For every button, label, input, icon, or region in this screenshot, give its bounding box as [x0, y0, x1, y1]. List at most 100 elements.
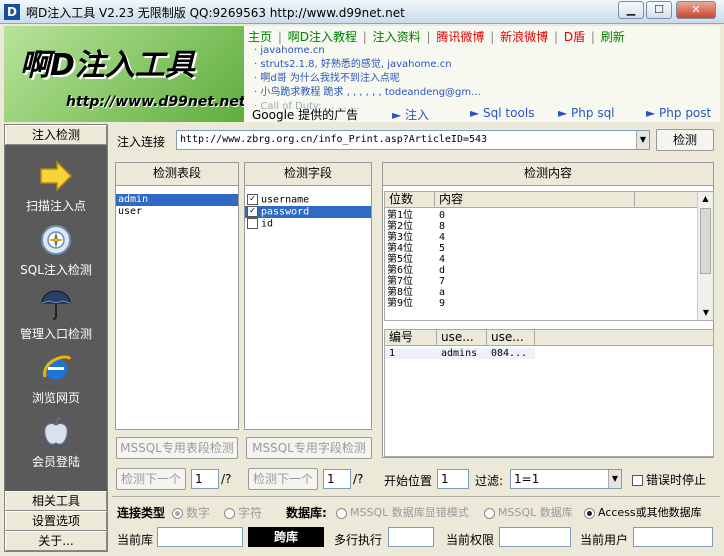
sidebar-item-label: 管理入口检测 [19, 327, 92, 341]
filter-select[interactable]: 1=1 [510, 469, 622, 489]
next-field-button[interactable]: 检测下一个 [248, 468, 318, 490]
scroll-down-icon[interactable]: ▼ [698, 306, 713, 320]
database-label: 数据库: [286, 506, 327, 520]
maximize-button[interactable]: ☐ [646, 1, 672, 19]
field-item[interactable]: ✓ password [245, 206, 371, 218]
table-row[interactable]: 第5位 4 [387, 254, 445, 265]
tables-header: 检测表段 [116, 163, 238, 186]
banner-tool-phpsql[interactable]: ► Php sql [558, 106, 615, 120]
sidebar-related-tools[interactable]: 相关工具 [5, 491, 107, 511]
close-button[interactable]: ✕ [676, 1, 716, 19]
next-table-count[interactable]: 1 [191, 469, 219, 489]
table-row[interactable]: 第1位 0 [387, 210, 445, 221]
table-row[interactable]: 第9位 9 [387, 298, 445, 309]
table-row[interactable]: 第2位 8 [387, 221, 445, 232]
sidebar-item-scan[interactable]: 扫描注入点 [5, 159, 107, 214]
nav-sina-weibo[interactable]: 新浪微博 [500, 30, 548, 44]
db-mssql-error-radio[interactable]: MSSQL 数据库显错模式 [336, 504, 469, 520]
banner-tool-sqltools[interactable]: ► Sql tools [470, 106, 534, 120]
start-position-label: 开始位置 [384, 474, 433, 488]
nav-tencent-weibo[interactable]: 腾讯微博 [436, 30, 484, 44]
checkbox-unchecked[interactable] [247, 218, 258, 229]
mssql-table-detect-button[interactable]: MSSQL专用表段检测 [116, 437, 238, 459]
sidebar-header-injection[interactable]: 注入检测 [5, 125, 107, 145]
nav-home[interactable]: 主页 [248, 30, 272, 44]
db-mssql-radio[interactable]: MSSQL 数据库 [484, 504, 573, 520]
banner-tool-phppost[interactable]: ► Php post [646, 106, 711, 120]
table-row[interactable]: 1 admins 084... [385, 348, 535, 359]
table-row[interactable]: 第7位 7 [387, 276, 445, 287]
permission-label: 当前权限 [446, 533, 495, 547]
field-item[interactable]: ✓ username [245, 194, 371, 206]
start-position-input[interactable]: 1 [437, 469, 469, 489]
minimize-button[interactable]: ▁ [618, 1, 644, 19]
content-table[interactable]: 位数 内容 第1位 0 第2位 8 第3位 4 第4位 5 第5位 4 第6位 d 第7位 7… [384, 191, 714, 321]
col-header-position[interactable]: 位数 [385, 192, 435, 208]
filter-label: 过滤: [475, 474, 504, 488]
connection-type-label: 连接类型 [117, 506, 166, 520]
cross-database-button[interactable]: 跨库 [248, 527, 324, 547]
url-dropdown-arrow[interactable]: ▼ [636, 131, 649, 149]
url-label: 注入连接 [117, 135, 166, 149]
checkbox-unchecked[interactable] [632, 475, 643, 486]
app-icon: D [4, 4, 20, 20]
ticker-item[interactable]: · 小鸟跪求教程 跪求 , , , , , , todeandeng@gm... [254, 86, 481, 100]
checkbox-checked[interactable]: ✓ [247, 194, 258, 205]
table-row[interactable]: 第3位 4 [387, 232, 445, 243]
scroll-up-icon[interactable]: ▲ [698, 192, 713, 206]
sidebar-item-admin[interactable]: 管理入口检测 [5, 287, 107, 342]
url-input[interactable]: http://www.zbrg.org.cn/info_Print.asp?Ar… [176, 130, 650, 150]
col-header-content[interactable]: 内容 [435, 192, 635, 208]
nav-resources[interactable]: 注入资料 [373, 30, 421, 44]
fields-panel: 检测字段 ✓ username ✓ password id [244, 162, 372, 430]
db-access-radio[interactable]: Access或其他数据库 [584, 504, 702, 520]
content-scrollbar[interactable]: ▲ ▼ [697, 192, 713, 320]
banner: 啊D注入工具 http://www.d99net.net 主页 | 啊D注入教程… [4, 26, 720, 122]
app-logo: 啊D注入工具 [20, 48, 195, 83]
tables-panel: 检测表段 admin user [115, 162, 239, 430]
list-item[interactable]: user [116, 206, 238, 218]
next-table-button[interactable]: 检测下一个 [116, 468, 186, 490]
google-ad-label[interactable]: Google 提供的广告 [252, 106, 358, 122]
table-row[interactable]: 第4位 5 [387, 243, 445, 254]
list-item[interactable]: admin [116, 194, 238, 206]
sidebar-item-sql[interactable]: SQL注入检测 [5, 223, 107, 278]
mssql-field-detect-button[interactable]: MSSQL专用字段检测 [246, 437, 372, 459]
nav-d-shield[interactable]: D盾 [564, 30, 585, 44]
current-user-input[interactable] [633, 527, 713, 547]
sidebar-item-browse[interactable]: 浏览网页 [5, 351, 107, 406]
stop-on-error-option[interactable]: 错误时停止 [632, 471, 706, 488]
conn-type-number-radio[interactable]: 数字 [172, 504, 210, 521]
window-title: 啊D注入工具 V2.23 无限制版 QQ:9269563 http://www.… [26, 6, 405, 20]
sidebar-settings[interactable]: 设置选项 [5, 511, 107, 531]
nav-refresh[interactable]: 刷新 [601, 30, 625, 44]
sidebar-item-label: 会员登陆 [31, 455, 80, 469]
sidebar: 注入检测 扫描注入点 SQL注入检测 管理入口检测 浏览网页 会员登陆 相关工具… [4, 124, 108, 552]
col-header-id[interactable]: 编号 [385, 330, 437, 346]
col-header-username[interactable]: use... [437, 330, 487, 346]
col-header-password[interactable]: use... [487, 330, 535, 346]
sidebar-about[interactable]: 关于... [5, 531, 107, 551]
nav-tutorial[interactable]: 啊D注入教程 [288, 30, 357, 44]
result-table[interactable]: 编号 use... use... 1 admins 084... [384, 329, 714, 457]
conn-type-string-radio[interactable]: 字符 [224, 504, 262, 521]
sidebar-item-label: 浏览网页 [31, 391, 80, 405]
checkbox-checked[interactable]: ✓ [247, 206, 258, 217]
table-row[interactable]: 第8位 a [387, 287, 445, 298]
ticker-item[interactable]: · struts2.1.8, 好熟悉的感觉, javahome.cn [254, 58, 481, 72]
field-item[interactable]: id [245, 218, 371, 230]
sidebar-item-member[interactable]: 会员登陆 [5, 415, 107, 470]
ticker-item[interactable]: · javahome.cn [254, 44, 481, 58]
permission-input[interactable] [499, 527, 571, 547]
banner-tool-inject[interactable]: ► 注入 [392, 106, 429, 122]
filter-dropdown-arrow[interactable]: ▼ [608, 470, 621, 488]
next-field-count[interactable]: 1 [323, 469, 351, 489]
detect-button[interactable]: 检测 [656, 129, 714, 151]
current-db-input[interactable] [157, 527, 243, 547]
ticker-item[interactable]: · 啊d哥 为什么我找不到注入点呢 [254, 72, 481, 86]
arrow-right-icon [40, 160, 73, 192]
scroll-thumb[interactable] [700, 208, 711, 274]
table-row[interactable]: 第6位 d [387, 265, 445, 276]
multi-exec-input[interactable] [388, 527, 434, 547]
current-user-label: 当前用户 [580, 533, 629, 547]
